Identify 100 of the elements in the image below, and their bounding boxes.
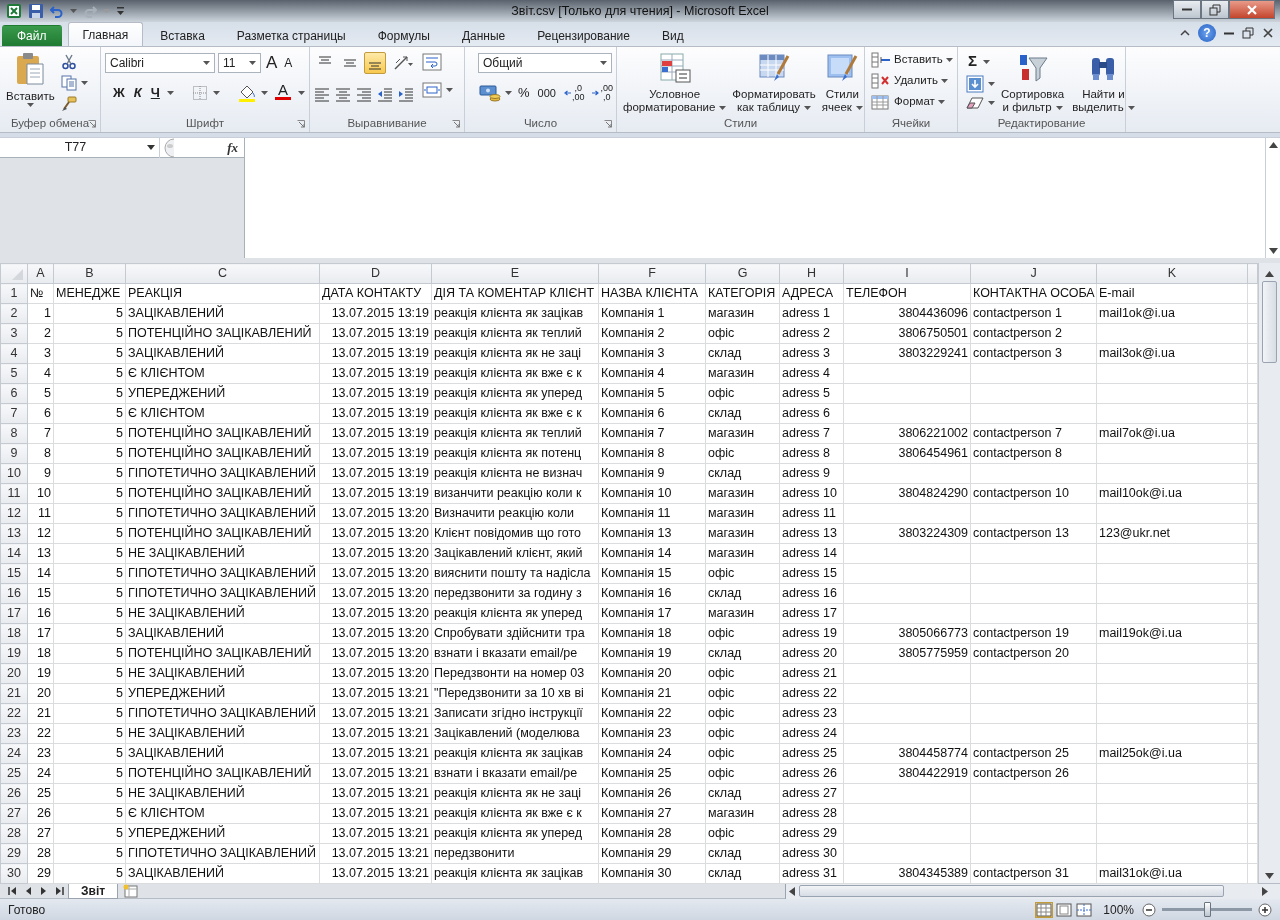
row-header[interactable]: 22 bbox=[0, 703, 28, 724]
cell-styles-button[interactable]: Стили ячеек bbox=[819, 51, 865, 116]
row-header[interactable]: 25 bbox=[0, 763, 28, 784]
delete-cells-button[interactable]: Удалить bbox=[869, 70, 953, 91]
font-color-button[interactable]: A bbox=[272, 82, 293, 104]
column-header[interactable]: G bbox=[705, 263, 780, 284]
fewer-decimals-button[interactable]: ,00 ,0 bbox=[590, 84, 615, 102]
wrap-text-icon[interactable] bbox=[422, 53, 442, 71]
bold-button[interactable]: Ж bbox=[111, 82, 127, 104]
caret-icon[interactable] bbox=[70, 9, 77, 13]
ribbon-tab[interactable]: Рецензирование bbox=[522, 24, 645, 46]
collapse-ribbon-icon[interactable] bbox=[1180, 29, 1190, 37]
scroll-down-icon[interactable] bbox=[1268, 248, 1278, 254]
row-header[interactable]: 23 bbox=[0, 723, 28, 744]
restore-button[interactable] bbox=[1201, 0, 1229, 19]
format-cells-button[interactable]: Формат bbox=[869, 91, 953, 112]
column-header[interactable]: B bbox=[53, 263, 126, 284]
row-header[interactable]: 21 bbox=[0, 683, 28, 704]
autosum-button[interactable]: Σ bbox=[966, 51, 979, 72]
previous-sheet-icon[interactable] bbox=[25, 886, 32, 896]
scroll-left-icon[interactable] bbox=[789, 886, 795, 896]
row-header[interactable]: 26 bbox=[0, 783, 28, 804]
row-header[interactable]: 2 bbox=[0, 303, 28, 324]
row-header[interactable]: 4 bbox=[0, 343, 28, 364]
row-header[interactable]: 12 bbox=[0, 503, 28, 524]
row-header[interactable]: 13 bbox=[0, 523, 28, 544]
scroll-up-icon[interactable] bbox=[1265, 271, 1274, 277]
row-header[interactable]: 3 bbox=[0, 323, 28, 344]
file-tab[interactable]: Файл bbox=[2, 25, 62, 46]
cut-icon[interactable] bbox=[60, 54, 77, 70]
scrollbar-thumb[interactable] bbox=[799, 885, 1224, 897]
font-size-field[interactable]: 11 bbox=[218, 53, 261, 73]
next-sheet-icon[interactable] bbox=[40, 886, 47, 896]
slider-thumb[interactable] bbox=[1204, 902, 1211, 917]
scroll-down-icon[interactable] bbox=[1265, 873, 1274, 879]
row-header[interactable]: 1 bbox=[0, 283, 28, 304]
view-button[interactable] bbox=[1055, 901, 1074, 918]
percent-button[interactable]: % bbox=[516, 82, 532, 104]
row-header[interactable]: 9 bbox=[0, 443, 28, 464]
row-header[interactable]: 16 bbox=[0, 583, 28, 604]
close-icon[interactable] bbox=[1262, 27, 1274, 39]
italic-button[interactable]: К bbox=[131, 82, 144, 104]
ribbon-tab[interactable]: Разметка страницы bbox=[221, 24, 361, 46]
column-header[interactable]: H bbox=[779, 263, 844, 284]
column-header[interactable]: I bbox=[843, 263, 971, 284]
zoom-out-icon[interactable] bbox=[1142, 902, 1156, 917]
launcher-icon[interactable] bbox=[297, 120, 305, 128]
restore-icon[interactable] bbox=[1242, 27, 1254, 39]
view-button[interactable] bbox=[1035, 901, 1054, 918]
ribbon-tab[interactable]: Данные bbox=[446, 24, 521, 46]
sort-filter-button[interactable]: Сортировка и фильтр bbox=[999, 51, 1067, 116]
caret-icon[interactable] bbox=[80, 81, 88, 85]
text-angle-icon[interactable] bbox=[393, 55, 413, 71]
money-icon[interactable] bbox=[479, 84, 501, 102]
insert-function-button[interactable]: fx bbox=[227, 137, 238, 158]
caret-icon[interactable] bbox=[446, 88, 453, 92]
close-button[interactable] bbox=[1229, 0, 1275, 19]
font-name-field[interactable]: Calibri bbox=[105, 53, 215, 73]
undo-icon[interactable] bbox=[50, 4, 64, 18]
caret-icon[interactable] bbox=[166, 91, 174, 95]
caret-icon[interactable] bbox=[297, 91, 305, 95]
number-format-field[interactable]: Общий bbox=[478, 53, 612, 73]
row-header[interactable]: 29 bbox=[0, 843, 28, 864]
row-header[interactable]: 15 bbox=[0, 563, 28, 584]
row-header[interactable]: 17 bbox=[0, 603, 28, 624]
merge-cells-icon[interactable] bbox=[422, 81, 442, 99]
formula-field[interactable] bbox=[245, 138, 1265, 258]
minimize-icon[interactable] bbox=[1224, 31, 1234, 35]
more-decimals-button[interactable]: ,0 ,00 bbox=[561, 84, 587, 102]
caret-icon[interactable] bbox=[260, 91, 268, 95]
first-sheet-icon[interactable] bbox=[8, 886, 17, 896]
row-header[interactable]: 28 bbox=[0, 823, 28, 844]
name-box[interactable]: T77 bbox=[0, 137, 160, 158]
launcher-icon[interactable] bbox=[88, 120, 96, 128]
launcher-icon[interactable] bbox=[604, 120, 612, 128]
ribbon-tab[interactable]: Формулы bbox=[362, 24, 445, 46]
row-header[interactable]: 7 bbox=[0, 403, 28, 424]
conditional-formatting-button[interactable]: Условное форматирование bbox=[621, 51, 729, 116]
align-center-icon[interactable] bbox=[335, 87, 351, 103]
column-header[interactable]: E bbox=[431, 263, 599, 284]
launcher-icon[interactable] bbox=[452, 120, 460, 128]
shrink-font-button[interactable]: A bbox=[282, 52, 295, 74]
minimize-button[interactable] bbox=[1173, 0, 1201, 19]
caret-icon[interactable] bbox=[983, 59, 990, 64]
spreadsheet-app-icon[interactable] bbox=[6, 3, 22, 19]
copy-icon[interactable] bbox=[60, 75, 77, 91]
align-right-icon[interactable] bbox=[356, 87, 372, 103]
row-header[interactable]: 10 bbox=[0, 463, 28, 484]
fill-color-icon[interactable] bbox=[237, 84, 256, 102]
view-button[interactable] bbox=[1075, 901, 1094, 918]
caret-icon[interactable] bbox=[988, 101, 995, 105]
column-header[interactable]: C bbox=[125, 263, 320, 284]
customize-toolbar-icon[interactable] bbox=[116, 5, 125, 17]
column-header[interactable]: F bbox=[598, 263, 706, 284]
scroll-right-icon[interactable] bbox=[1262, 886, 1268, 896]
caret-icon[interactable] bbox=[212, 91, 220, 95]
row-header[interactable]: 18 bbox=[0, 623, 28, 644]
row-header[interactable]: 24 bbox=[0, 743, 28, 764]
row-header[interactable]: 27 bbox=[0, 803, 28, 824]
column-header[interactable]: A bbox=[27, 263, 54, 284]
